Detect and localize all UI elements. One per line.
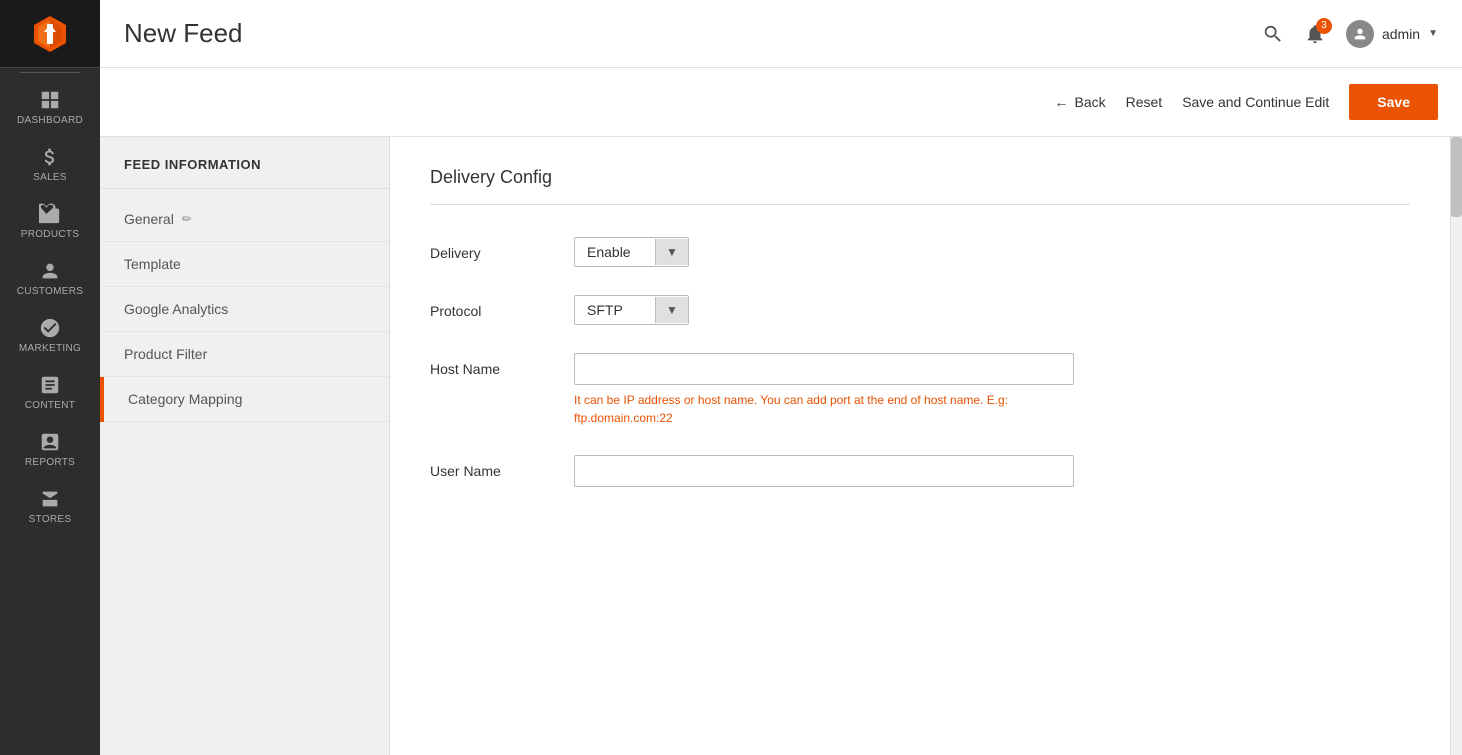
user-name-row: User Name <box>430 455 1410 487</box>
user-name-control <box>574 455 1074 487</box>
top-header: New Feed 3 admin ▼ <box>100 0 1462 68</box>
sidebar-item-marketing[interactable]: MARKETING <box>0 305 100 362</box>
protocol-select-value: SFTP <box>575 296 655 324</box>
nav-item-product-filter-label: Product Filter <box>124 346 207 362</box>
save-continue-button[interactable]: Save and Continue Edit <box>1182 94 1329 110</box>
protocol-label: Protocol <box>430 295 550 319</box>
save-button[interactable]: Save <box>1349 84 1438 120</box>
search-button[interactable] <box>1262 23 1284 45</box>
user-menu[interactable]: admin ▼ <box>1346 20 1438 48</box>
nav-item-category-mapping-label: Category Mapping <box>128 391 242 407</box>
right-panel: Delivery Config Delivery Enable ▼ Protoc… <box>390 137 1450 755</box>
delivery-select-wrapper: Enable ▼ <box>574 237 689 267</box>
delivery-select-value: Enable <box>575 238 655 266</box>
nav-item-wrapper-general: General ✏ <box>100 197 389 242</box>
reset-button[interactable]: Reset <box>1126 94 1163 110</box>
nav-item-template-label: Template <box>124 256 181 272</box>
delivery-label: Delivery <box>430 237 550 261</box>
nav-item-google-analytics-label: Google Analytics <box>124 301 228 317</box>
sidebar-item-products[interactable]: PRODUCTS <box>0 191 100 248</box>
sidebar-item-content-label: CONTENT <box>25 400 75 411</box>
content-area: FEED INFORMATION General ✏ Template Goog… <box>100 137 1462 755</box>
sidebar-item-stores-label: STORES <box>29 514 72 525</box>
nav-item-wrapper-category-mapping: Category Mapping <box>100 377 389 422</box>
sidebar-item-dashboard[interactable]: DASHBOARD <box>0 77 100 134</box>
host-name-help-text: It can be IP address or host name. You c… <box>574 391 1074 427</box>
sidebar-item-stores[interactable]: STORES <box>0 476 100 533</box>
nav-item-product-filter[interactable]: Product Filter <box>100 332 389 377</box>
sidebar-item-products-label: PRODUCTS <box>21 229 80 240</box>
magento-logo-icon <box>28 12 72 56</box>
user-icon <box>1352 26 1368 42</box>
stores-icon <box>39 488 61 510</box>
sidebar-item-dashboard-label: DASHBOARD <box>17 115 83 126</box>
delivery-control: Enable ▼ <box>574 237 689 267</box>
user-avatar <box>1346 20 1374 48</box>
user-dropdown-icon: ▼ <box>1428 28 1438 39</box>
page-title: New Feed <box>124 18 243 49</box>
nav-item-category-mapping[interactable]: Category Mapping <box>100 377 389 422</box>
user-name-label: admin <box>1382 26 1420 42</box>
host-name-label: Host Name <box>430 353 550 377</box>
sales-icon <box>39 146 61 168</box>
products-icon <box>39 203 61 225</box>
user-name-input[interactable] <box>574 455 1074 487</box>
notification-button[interactable]: 3 <box>1304 23 1326 45</box>
host-name-control: It can be IP address or host name. You c… <box>574 353 1074 427</box>
delivery-config-title: Delivery Config <box>430 167 1410 188</box>
sidebar-divider <box>20 72 80 73</box>
feed-info-header: FEED INFORMATION <box>100 137 389 189</box>
nav-item-wrapper-product-filter: Product Filter <box>100 332 389 377</box>
notification-badge: 3 <box>1316 18 1332 34</box>
protocol-select-arrow[interactable]: ▼ <box>655 297 688 323</box>
sidebar-item-sales[interactable]: SALES <box>0 134 100 191</box>
action-bar: ← Back Reset Save and Continue Edit Save <box>100 68 1462 137</box>
reports-icon <box>39 431 61 453</box>
content-icon <box>39 374 61 396</box>
back-arrow-icon: ← <box>1054 94 1068 110</box>
dashboard-icon <box>39 89 61 111</box>
protocol-row: Protocol SFTP ▼ <box>430 295 1410 325</box>
sidebar-item-customers-label: CUSTOMERS <box>17 286 83 297</box>
search-icon <box>1262 23 1284 45</box>
sidebar-item-marketing-label: MARKETING <box>19 343 81 354</box>
customers-icon <box>39 260 61 282</box>
sidebar-logo <box>0 0 100 68</box>
section-divider <box>430 204 1410 205</box>
delivery-select-arrow[interactable]: ▼ <box>655 239 688 265</box>
left-panel: FEED INFORMATION General ✏ Template Goog… <box>100 137 390 755</box>
nav-item-google-analytics[interactable]: Google Analytics <box>100 287 389 332</box>
protocol-control: SFTP ▼ <box>574 295 689 325</box>
nav-item-general-label: General <box>124 211 174 227</box>
back-button[interactable]: ← Back <box>1054 94 1105 110</box>
main-area: New Feed 3 admin ▼ ← Back Reset Save <box>100 0 1462 755</box>
active-indicator <box>100 377 104 422</box>
host-name-input[interactable] <box>574 353 1074 385</box>
page-scrollbar <box>1450 137 1462 755</box>
sidebar-item-reports-label: REPORTS <box>25 457 75 468</box>
sidebar-item-content[interactable]: CONTENT <box>0 362 100 419</box>
host-name-row: Host Name It can be IP address or host n… <box>430 353 1410 427</box>
nav-item-general[interactable]: General ✏ <box>100 197 389 242</box>
sidebar-item-sales-label: SALES <box>33 172 67 183</box>
nav-item-wrapper-google-analytics: Google Analytics <box>100 287 389 332</box>
sidebar-item-reports[interactable]: REPORTS <box>0 419 100 476</box>
user-name-label: User Name <box>430 455 550 479</box>
sidebar-item-customers[interactable]: CUSTOMERS <box>0 248 100 305</box>
delivery-row: Delivery Enable ▼ <box>430 237 1410 267</box>
header-actions: 3 admin ▼ <box>1262 20 1438 48</box>
nav-item-template[interactable]: Template <box>100 242 389 287</box>
nav-item-wrapper-template: Template <box>100 242 389 287</box>
edit-icon: ✏ <box>182 212 192 226</box>
marketing-icon <box>39 317 61 339</box>
nav-items: General ✏ Template Google Analytics <box>100 189 389 430</box>
sidebar: DASHBOARD SALES PRODUCTS CUSTOMERS MARKE… <box>0 0 100 755</box>
protocol-select-wrapper: SFTP ▼ <box>574 295 689 325</box>
scrollbar-thumb[interactable] <box>1451 137 1462 217</box>
